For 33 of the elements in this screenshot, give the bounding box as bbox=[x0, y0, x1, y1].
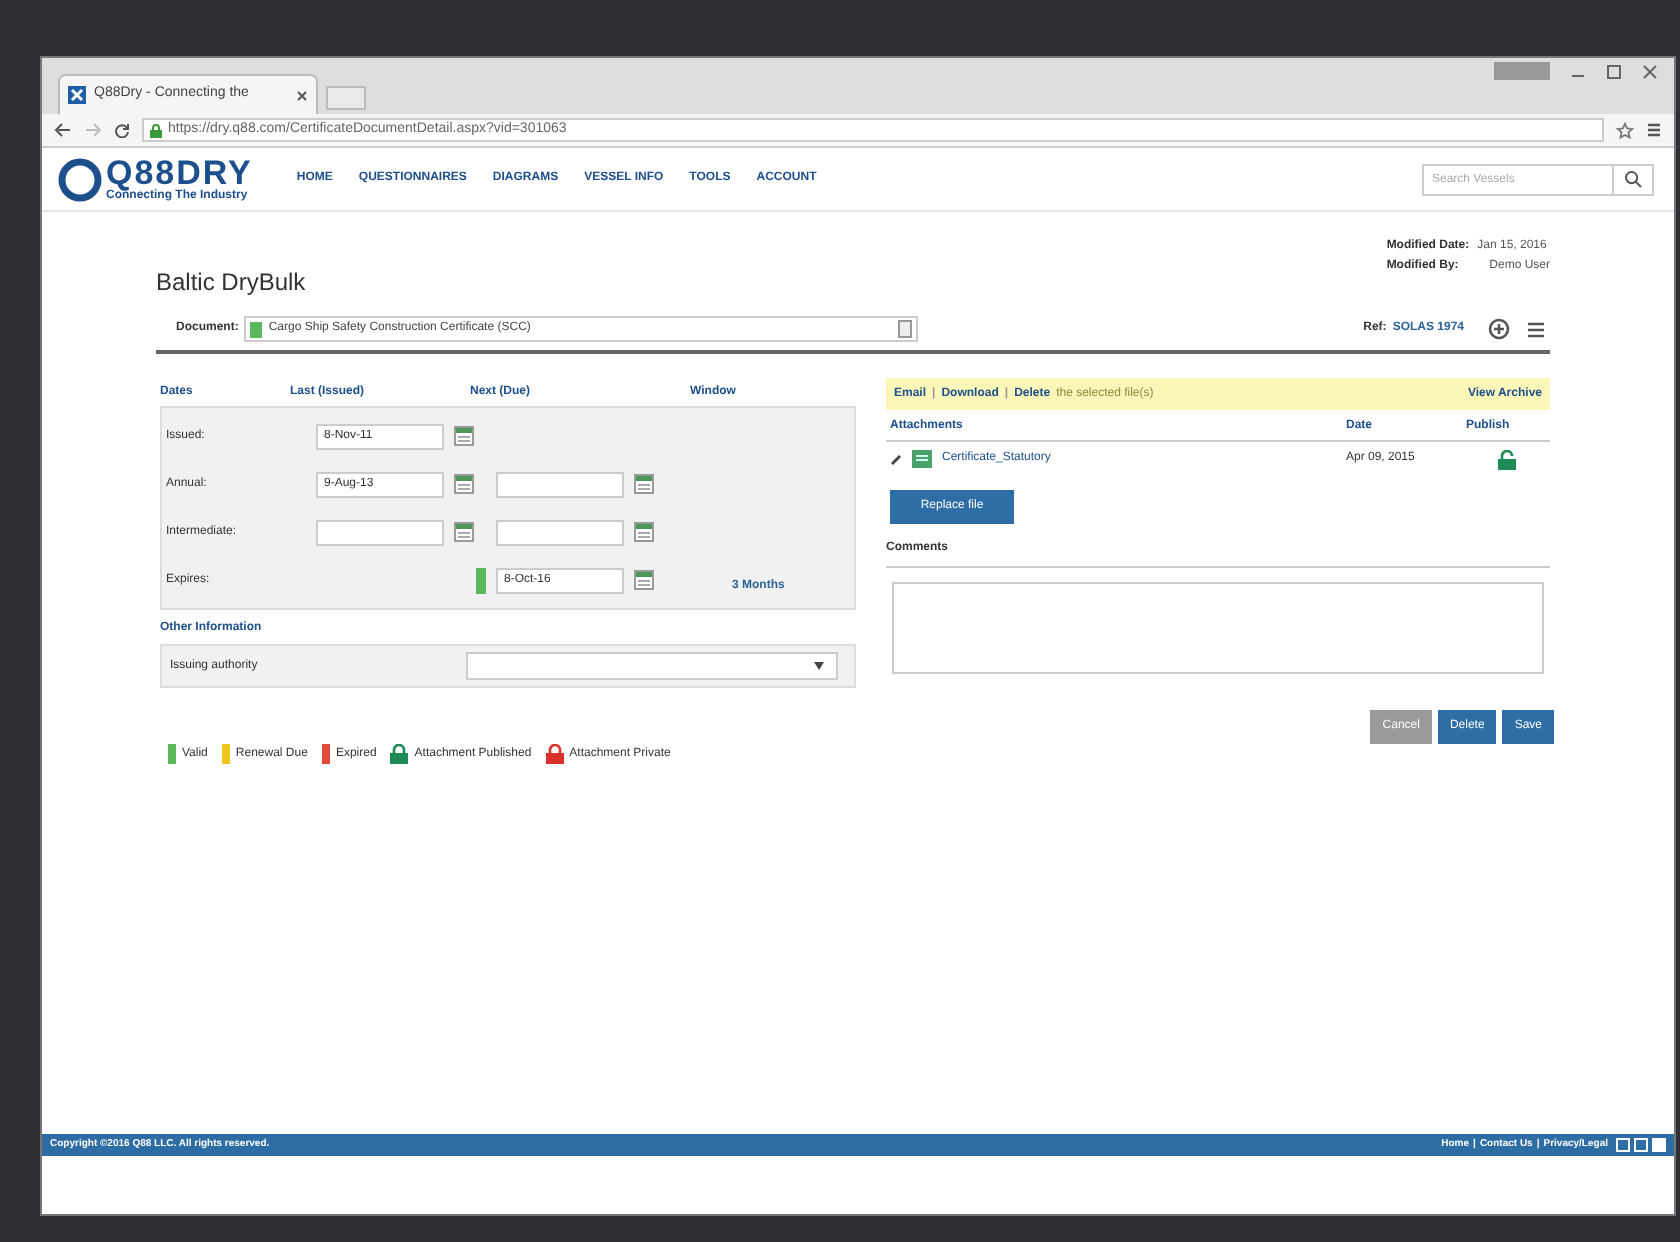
date-field[interactable] bbox=[316, 519, 444, 545]
dropdown-icon bbox=[814, 662, 824, 670]
lock-icon bbox=[150, 123, 162, 137]
search-button[interactable] bbox=[1614, 163, 1654, 195]
calendar-icon[interactable] bbox=[454, 522, 474, 542]
logo-icon bbox=[58, 157, 102, 201]
star-icon[interactable] bbox=[1616, 121, 1634, 139]
calendar-icon[interactable] bbox=[454, 426, 474, 446]
lock-icon[interactable] bbox=[1497, 449, 1515, 469]
close-icon[interactable] bbox=[1642, 63, 1658, 79]
back-icon[interactable] bbox=[54, 122, 72, 138]
add-icon[interactable] bbox=[1488, 318, 1510, 340]
edit-icon[interactable] bbox=[890, 453, 902, 465]
close-icon[interactable] bbox=[296, 89, 308, 101]
menu-icon[interactable] bbox=[1646, 122, 1662, 138]
status-icon bbox=[250, 321, 263, 337]
forward-icon[interactable] bbox=[84, 122, 102, 138]
reload-icon[interactable] bbox=[114, 122, 130, 138]
calendar-icon[interactable] bbox=[634, 570, 654, 590]
calendar-icon[interactable] bbox=[634, 522, 654, 542]
calendar-icon[interactable] bbox=[454, 474, 474, 494]
calendar-icon[interactable] bbox=[634, 474, 654, 494]
comments-field[interactable] bbox=[892, 582, 1544, 674]
page-title: Baltic DryBulk bbox=[156, 266, 306, 300]
document-icon[interactable] bbox=[898, 320, 913, 338]
logo-text: Q88DRY bbox=[106, 156, 253, 190]
file-icon bbox=[912, 450, 932, 468]
maximize-icon[interactable] bbox=[1606, 63, 1622, 79]
date-field[interactable] bbox=[496, 519, 624, 545]
favicon-icon bbox=[68, 86, 86, 104]
search-icon bbox=[1624, 170, 1642, 188]
date-field[interactable] bbox=[496, 471, 624, 497]
list-icon[interactable] bbox=[1526, 319, 1546, 339]
